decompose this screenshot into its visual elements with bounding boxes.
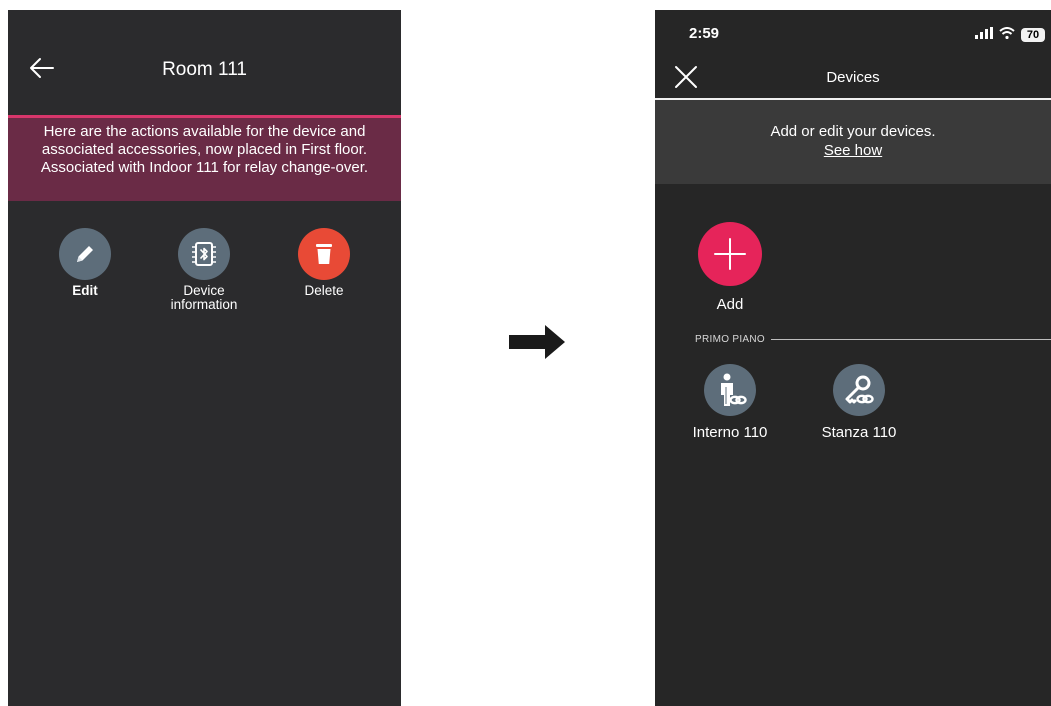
device-information-label-line2: information (170, 297, 238, 312)
help-text: Add or edit your devices. (770, 123, 936, 140)
signal-icon (975, 26, 993, 44)
nav-bar: Devices (655, 56, 1051, 100)
battery-icon: 70 (1021, 28, 1045, 42)
wifi-icon (999, 26, 1015, 44)
devices-screen: 2:59 70 Devices Add or edit your devices… (655, 10, 1051, 706)
status-icons: 70 (975, 26, 1045, 44)
delete-button[interactable]: Delete (269, 228, 379, 298)
status-bar: 2:59 70 (655, 10, 1051, 56)
section-header: PRIMO PIANO (695, 332, 1051, 346)
room-actions-screen: Room 111 Here are the actions available … (8, 10, 401, 706)
header: Room 111 (8, 10, 401, 120)
edit-button[interactable]: Edit (30, 228, 140, 298)
section-divider (770, 338, 1051, 340)
device-information-button[interactable]: Device information (149, 228, 259, 312)
section-label: PRIMO PIANO (695, 333, 765, 345)
device-item-stanza-110[interactable]: Stanza 110 (814, 364, 904, 441)
add-device-button[interactable]: Add (695, 222, 765, 313)
info-banner: Here are the actions available for the d… (8, 115, 401, 201)
device-label: Interno 110 (692, 424, 768, 441)
add-label: Add (716, 296, 744, 313)
device-item-interno-110[interactable]: Interno 110 (685, 364, 775, 441)
action-bar: Edit Device information Delete (8, 228, 401, 328)
status-time: 2:59 (689, 25, 720, 42)
bluetooth-chip-icon (178, 228, 230, 280)
device-information-label-line1: Device (183, 283, 225, 298)
page-title: Room 111 (162, 59, 247, 80)
delete-label: Delete (304, 283, 344, 298)
pencil-icon (59, 228, 111, 280)
person-link-icon (704, 364, 756, 416)
device-label: Stanza 110 (821, 424, 897, 441)
key-link-icon (833, 364, 885, 416)
help-strip: Add or edit your devices. See how (655, 100, 1051, 184)
plus-icon (698, 222, 762, 286)
page-title: Devices (826, 69, 880, 86)
see-how-link[interactable]: See how (655, 141, 1051, 160)
edit-label: Edit (72, 283, 98, 298)
right-arrow-icon (509, 325, 565, 364)
trash-icon (298, 228, 350, 280)
